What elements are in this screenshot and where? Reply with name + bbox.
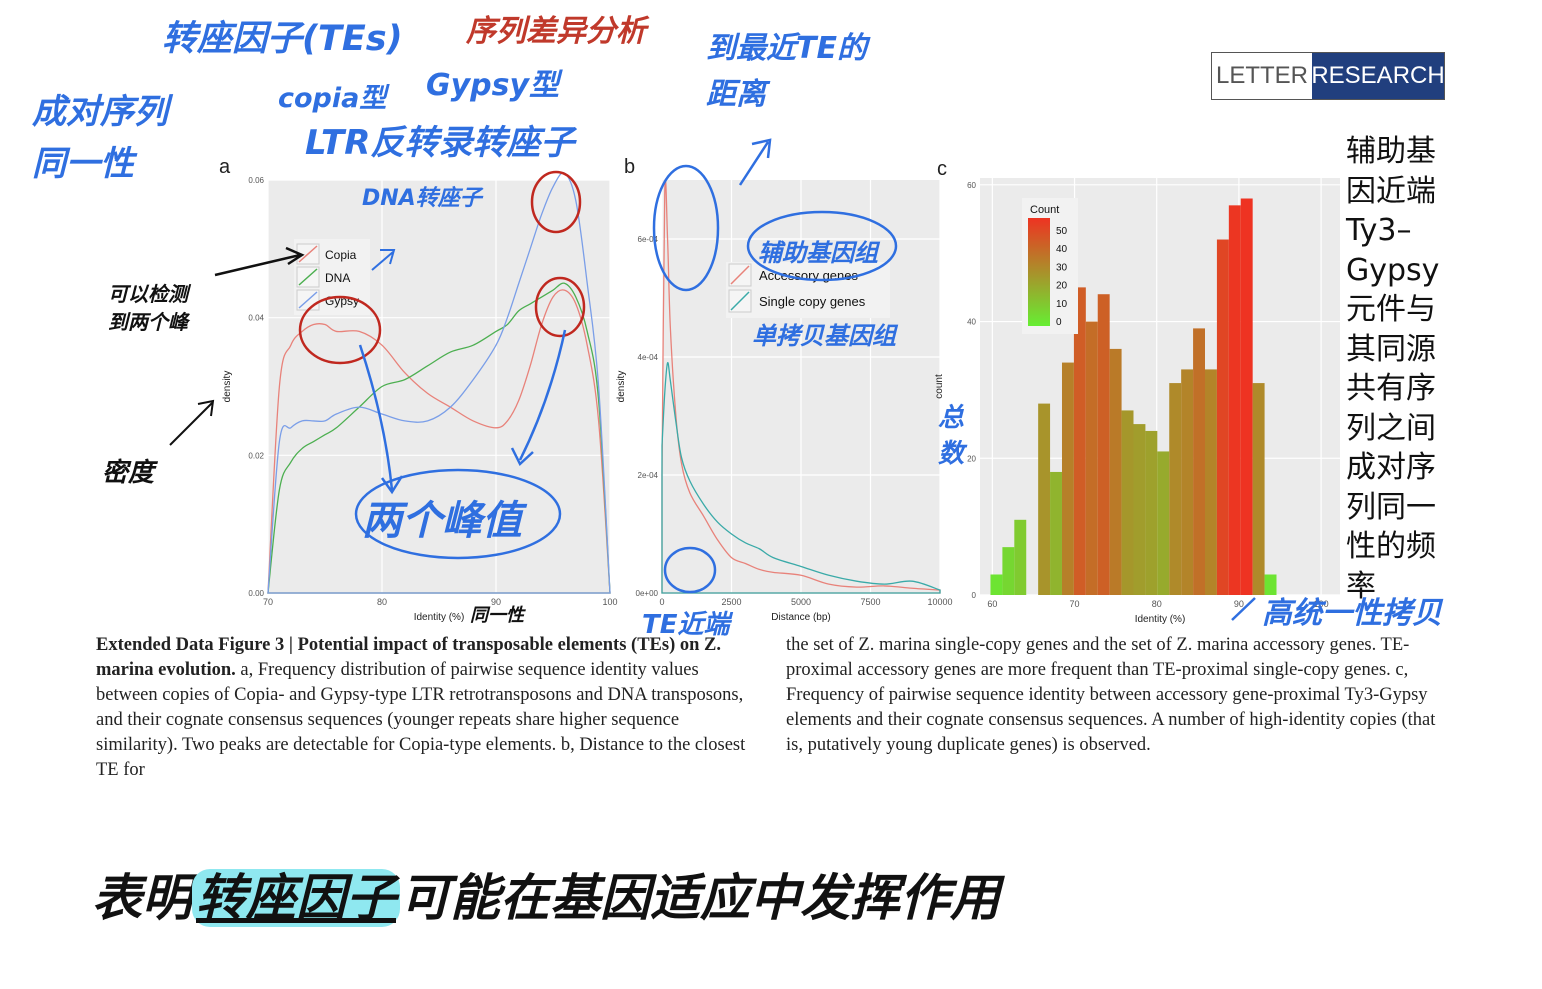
side-note: 辅助基因近端Ty3–Gypsy元件与其同源共有序列之间成对序列同一性的频率 <box>1346 134 1440 604</box>
x-axis-label: Identity (%) <box>414 612 465 623</box>
x-tick-label: 80 <box>1152 599 1162 609</box>
legend-tick: 0 <box>1056 317 1062 328</box>
legend-label: Copia <box>325 248 357 262</box>
legend-colorbar <box>1028 218 1050 326</box>
x-axis-label: Distance (bp) <box>771 612 830 623</box>
y-axis-label: count <box>934 374 945 399</box>
y-tick-label: 4e-04 <box>638 353 659 362</box>
x-axis-label: Identity (%) <box>1135 614 1186 625</box>
y-tick-label: 0.06 <box>248 176 264 185</box>
note-dna-transposon: DNA转座子 <box>362 186 482 211</box>
histogram-bar <box>1050 471 1062 595</box>
x-tick-label: 7500 <box>860 597 880 607</box>
conclusion-note: 表明转座因子可能在基因适应中发挥作用 <box>92 858 1000 930</box>
histogram-bar <box>1121 410 1134 595</box>
note-copia: copia型 <box>278 83 387 114</box>
x-tick-label: 100 <box>602 597 617 607</box>
x-tick-label: 10000 <box>927 597 952 607</box>
note-te-title: 转座因子(TEs) <box>162 19 403 59</box>
histogram-bar <box>1205 369 1217 595</box>
panel-c-chart: 60 70 80 90 1000204060Identity (%)countCount… <box>934 178 1340 625</box>
histogram-bar <box>1193 328 1205 595</box>
panel-label-c: c <box>937 158 947 180</box>
legend-b: Accessory genesSingle copy genes <box>726 262 890 318</box>
histogram-bar <box>1181 369 1194 595</box>
legend-title: Count <box>1030 204 1059 216</box>
y-tick-label: 0 <box>972 591 977 600</box>
note-total: 总数 <box>938 403 965 469</box>
histogram-bar <box>1133 424 1146 595</box>
histogram-bar <box>1002 547 1015 595</box>
figure-panels: a b c 70 80 90 1000.000.020.040.06Identity … <box>169 138 1340 625</box>
histogram-bar <box>1240 198 1253 596</box>
histogram-bar <box>1252 383 1265 595</box>
note-two-peak-values: 两个峰值 <box>362 498 522 544</box>
y-tick-label: 0.00 <box>248 589 264 598</box>
y-tick-label: 40 <box>967 318 976 327</box>
legend-c: Count 50 40 30 20 10 0 <box>1022 198 1078 334</box>
y-tick-label: 0.04 <box>248 314 264 323</box>
black-arrow-2 <box>169 399 215 446</box>
histogram-bar <box>1145 430 1158 595</box>
note-seq-diff: 序列差异分析 <box>466 14 646 49</box>
panel-label-b: b <box>624 156 635 178</box>
y-tick-label: 0.02 <box>248 451 264 460</box>
note-pairwise-identity: 成对序列同一性 <box>32 92 168 184</box>
note-nearest-te: 到最近TE的距离 <box>706 31 867 112</box>
legend-label: Single copy genes <box>759 294 866 309</box>
y-tick-label: 2e-04 <box>638 471 659 480</box>
legend-a: CopiaDNAGypsy <box>294 239 370 315</box>
note-single-copy: 单拷贝基因组 <box>752 322 896 350</box>
histogram-bar <box>990 574 1003 595</box>
histogram-bar <box>1014 519 1027 595</box>
histogram-bar <box>1097 294 1110 595</box>
histogram-bar <box>1216 239 1229 595</box>
histogram-bar <box>1109 348 1122 595</box>
legend-tick: 40 <box>1056 244 1068 255</box>
histogram-bar <box>1228 205 1241 595</box>
conclusion-suffix: 可能在基因适应中发挥作用 <box>400 869 1000 927</box>
histogram-bar <box>1157 451 1170 595</box>
note-identity: 同一性 <box>470 605 524 626</box>
y-tick-label: 0e+00 <box>636 589 659 598</box>
legend-tick: 50 <box>1056 226 1068 237</box>
x-tick-label: 60 <box>987 599 997 609</box>
conclusion-prefix: 表明 <box>92 869 192 927</box>
x-tick-label: 80 <box>377 597 387 607</box>
x-tick-label: 70 <box>263 597 273 607</box>
legend-tick: 20 <box>1056 281 1068 292</box>
y-tick-label: 60 <box>967 181 976 190</box>
note-density: 密度 <box>102 458 155 488</box>
panel-label-a: a <box>219 156 231 178</box>
note-ltr: LTR反转录转座子 <box>305 123 575 163</box>
x-tick-label: 70 <box>1070 599 1080 609</box>
x-tick-label: 5000 <box>791 597 811 607</box>
histogram-bar <box>1038 403 1051 595</box>
blue-arrow-3 <box>738 138 772 186</box>
note-two-peaks-detectable: 可以检测到两个峰 <box>108 282 188 334</box>
histogram-bar <box>1085 321 1098 595</box>
caption-left: Extended Data Figure 3 | Potential impac… <box>96 633 746 783</box>
y-axis-label: density <box>222 371 233 403</box>
note-accessory: 辅助基因组 <box>758 239 878 267</box>
histogram-bar <box>1061 362 1074 595</box>
histogram-bar <box>1169 383 1182 595</box>
x-tick-label: 90 <box>1234 599 1244 609</box>
legend-tick: 30 <box>1056 262 1068 273</box>
conclusion-highlight: 转座因子 <box>192 869 400 927</box>
legend-tick: 10 <box>1056 299 1068 310</box>
caption-right: the set of Z. marina single-copy genes a… <box>786 635 1436 755</box>
legend-label: DNA <box>325 271 350 285</box>
y-axis-label: density <box>616 371 627 403</box>
note-gypsy: Gypsy型 <box>426 68 560 103</box>
